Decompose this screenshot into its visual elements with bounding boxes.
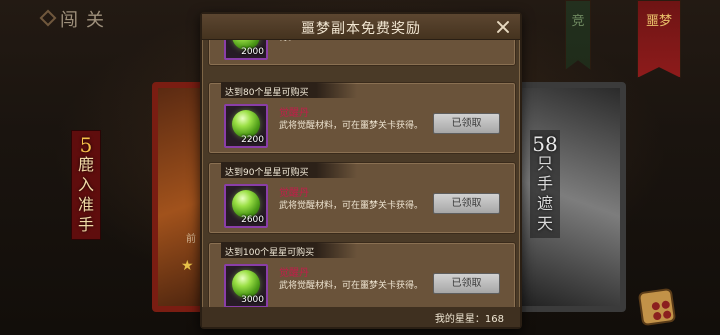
dialog-title: 噩梦副本免费奖励 xyxy=(301,21,421,37)
my-stars-count: 我的星星：168 xyxy=(434,314,504,325)
item-description: 武将觉醒材料，可在噩梦关卡获得。 xyxy=(279,121,424,131)
item-requirement: 达到80个星星可购买 xyxy=(225,88,309,98)
claimed-button[interactable]: 已领取 xyxy=(433,193,500,214)
item-description: 得。 xyxy=(279,40,429,45)
item-quantity: 2200 xyxy=(241,135,264,145)
claimed-button[interactable]: 已领取 xyxy=(433,273,500,294)
stage-tag-left-text: 鹿入准手 xyxy=(77,155,94,234)
item-quantity: 2000 xyxy=(241,47,264,57)
close-icon[interactable] xyxy=(494,18,512,36)
mode-banner-normal[interactable]: 竞 xyxy=(565,0,591,70)
reward-item: 达到100个星星可购买 3000 觉醒丹 武将觉醒材料，可在噩梦关卡获得。 已领… xyxy=(208,242,516,310)
reward-item: 2000 得。 xyxy=(208,40,516,66)
stage-card-right[interactable] xyxy=(506,82,626,312)
claimed-button[interactable]: 已领取 xyxy=(433,113,500,134)
ornament-icon xyxy=(39,9,57,27)
stage-tag-right-number: 58 xyxy=(532,132,558,156)
green-orb-icon xyxy=(232,190,260,218)
stage-card-label: 前 xyxy=(186,234,196,245)
mode-banner-nightmare[interactable]: 噩梦 xyxy=(637,0,681,78)
item-requirement: 达到90个星星可购买 xyxy=(225,168,309,178)
dice-icon[interactable] xyxy=(637,287,677,327)
green-orb-icon xyxy=(232,110,260,138)
awakening-pill-icon[interactable]: 2000 xyxy=(224,40,268,60)
mode-banner-normal-label: 竞 xyxy=(571,14,585,29)
awakening-pill-icon[interactable]: 2600 xyxy=(224,184,268,228)
item-quantity: 2600 xyxy=(241,215,264,225)
item-name: 觉醒丹 xyxy=(279,188,309,199)
item-description: 武将觉醒材料，可在噩梦关卡获得。 xyxy=(279,281,424,291)
stage-tag-left: 5 鹿入准手 xyxy=(71,130,101,240)
reward-item: 达到80个星星可购买 2200 觉醒丹 武将觉醒材料，可在噩梦关卡获得。 已领取 xyxy=(208,82,516,154)
stage-tag-right: 58 只手遮天 xyxy=(530,130,560,238)
item-name: 觉醒丹 xyxy=(279,268,309,279)
stage-tag-left-number: 5 xyxy=(79,133,93,157)
awakening-pill-icon[interactable]: 3000 xyxy=(224,264,268,308)
stage-title: 闯关 xyxy=(39,6,112,32)
item-description: 武将觉醒材料，可在噩梦关卡获得。 xyxy=(279,201,424,211)
dialog-header: 噩梦副本免费奖励 xyxy=(202,14,520,40)
star-icon: ★ xyxy=(181,258,194,274)
mode-banner-nightmare-label: 噩梦 xyxy=(645,14,672,29)
item-requirement: 达到100个星星可购买 xyxy=(225,248,315,258)
stage-title-text: 闯关 xyxy=(60,10,112,31)
awakening-pill-icon[interactable]: 2200 xyxy=(224,104,268,148)
item-name: 觉醒丹 xyxy=(279,108,309,119)
item-quantity: 3000 xyxy=(241,295,264,305)
reward-item: 达到90个星星可购买 2600 觉醒丹 武将觉醒材料，可在噩梦关卡获得。 已领取 xyxy=(208,162,516,234)
reward-dialog: 噩梦副本免费奖励 2000 得。 达到80个星星可购买 2200 觉醒丹 武将觉… xyxy=(200,12,522,329)
reward-list[interactable]: 2000 得。 达到80个星星可购买 2200 觉醒丹 武将觉醒材料，可在噩梦关… xyxy=(208,40,516,310)
dialog-footer: 我的星星：168 xyxy=(202,307,520,327)
stage-tag-right-text: 只手遮天 xyxy=(536,154,553,233)
green-orb-icon xyxy=(232,270,260,298)
